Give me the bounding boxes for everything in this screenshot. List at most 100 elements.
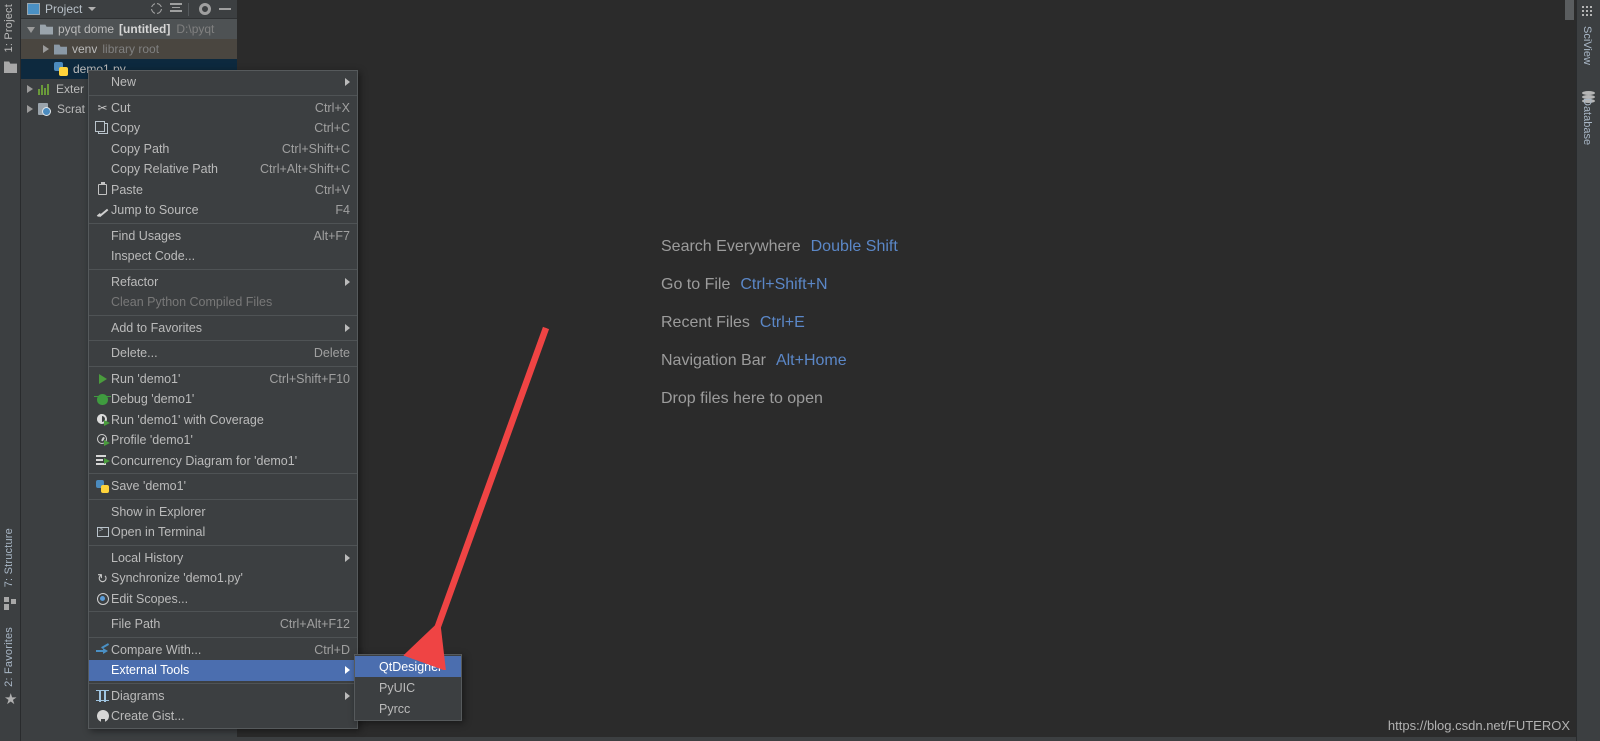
menu-item-paste[interactable]: Paste Ctrl+V: [89, 180, 357, 201]
chevron-down-icon[interactable]: [27, 27, 35, 33]
minimize-icon: [219, 8, 231, 10]
hide-panel-button[interactable]: [217, 1, 233, 17]
scroll-from-source-button[interactable]: [148, 1, 164, 17]
chevron-down-icon[interactable]: [88, 7, 97, 11]
menu-item-compare-with[interactable]: Compare With... Ctrl+D: [89, 640, 357, 661]
hint-row: Search Everywhere Double Shift: [661, 228, 898, 266]
toolbar-divider: [188, 2, 189, 16]
menu-separator: [89, 340, 357, 341]
pycharm-window: Search Everywhere Double Shift Go to Fil…: [0, 0, 1600, 741]
tab-sciview[interactable]: SciView: [1581, 26, 1593, 65]
menu-item-show-in-explorer[interactable]: Show in Explorer: [89, 502, 357, 523]
tree-item-label: Scrat: [57, 102, 86, 116]
chevron-right-icon[interactable]: [43, 45, 49, 53]
chevron-right-icon[interactable]: [27, 85, 33, 93]
sciview-grid-icon: [1582, 6, 1595, 19]
favorites-star-icon: ★: [4, 691, 18, 708]
settings-button[interactable]: [197, 1, 213, 17]
menu-item-label: Edit Scopes...: [111, 591, 189, 606]
menu-item-label: Inspect Code...: [111, 249, 196, 264]
project-panel-title: Project: [45, 2, 83, 16]
menu-separator: [89, 682, 357, 684]
menu-item-label: Create Gist...: [111, 709, 185, 724]
tree-item-label: pyqt dome: [58, 22, 115, 36]
menu-item-accel: Ctrl+Shift+C: [281, 141, 350, 156]
profile-icon: [94, 434, 111, 447]
menu-item-edit-scopes[interactable]: Edit Scopes...: [89, 589, 357, 610]
submenu-item-pyuic[interactable]: PyUIC: [355, 677, 461, 698]
concurrency-icon: [94, 455, 111, 466]
menu-item-label: Paste: [111, 182, 143, 197]
menu-item-debug-demo1[interactable]: Debug 'demo1': [89, 389, 357, 410]
hint-row: Go to File Ctrl+Shift+N: [661, 266, 898, 304]
folder-icon: [40, 24, 53, 35]
tree-item-path: D:\pyqt: [176, 22, 215, 36]
sidebar-item-project[interactable]: 1: Project: [3, 4, 15, 52]
submenu-item-pyrcc[interactable]: Pyrcc: [355, 698, 461, 719]
tab-database[interactable]: Database: [1581, 98, 1593, 145]
sync-icon: ↻: [97, 570, 108, 586]
hint-label: Drop files here to open: [661, 390, 823, 407]
diagram-icon: [94, 689, 111, 702]
menu-item-run-with-coverage[interactable]: Run 'demo1' with Coverage: [89, 410, 357, 431]
tree-item-label: Exter: [56, 82, 85, 96]
menu-item-profile-demo1[interactable]: Profile 'demo1': [89, 430, 357, 451]
external-tools-submenu[interactable]: QtDesigner PyUIC Pyrcc: [354, 654, 462, 721]
menu-item-concurrency-diagram[interactable]: Concurrency Diagram for 'demo1': [89, 451, 357, 472]
menu-item-copy-path[interactable]: Copy Path Ctrl+Shift+C: [89, 139, 357, 160]
menu-item-diagrams[interactable]: Diagrams: [89, 686, 357, 707]
menu-item-cut[interactable]: ✂ Cut Ctrl+X: [89, 98, 357, 119]
menu-item-synchronize[interactable]: ↻ Synchronize 'demo1.py': [89, 568, 357, 589]
menu-item-external-tools[interactable]: External Tools: [89, 660, 357, 681]
menu-separator: [89, 314, 357, 316]
menu-item-add-to-favorites[interactable]: Add to Favorites: [89, 318, 357, 339]
menu-item-accel: Ctrl+Alt+Shift+C: [260, 162, 350, 177]
menu-item-open-in-terminal[interactable]: Open in Terminal: [89, 522, 357, 543]
submenu-arrow-icon: [345, 553, 350, 562]
menu-item-create-gist[interactable]: Create Gist...: [89, 706, 357, 727]
menu-item-jump-to-source[interactable]: Jump to Source F4: [89, 200, 357, 221]
watermark-url: https://blog.csdn.net/FUTEROX: [1387, 718, 1570, 733]
submenu-item-qtdesigner[interactable]: QtDesigner: [355, 656, 461, 677]
menu-item-copy-relative-path[interactable]: Copy Relative Path Ctrl+Alt+Shift+C: [89, 159, 357, 180]
scrollbar-thumb[interactable]: [1565, 0, 1574, 20]
menu-separator: [89, 611, 357, 612]
editor-empty-area[interactable]: Search Everywhere Double Shift Go to Fil…: [237, 0, 1576, 741]
sidebar-item-favorites[interactable]: 2: Favorites: [3, 627, 15, 687]
menu-item-clean-python-compiled-files: Clean Python Compiled Files: [89, 292, 357, 313]
target-icon: [149, 2, 163, 15]
tree-item-venv[interactable]: venv library root: [21, 39, 237, 59]
right-tool-strip: SciView Database: [1576, 0, 1600, 741]
menu-item-label: External Tools: [111, 663, 190, 678]
collapse-all-icon: [170, 3, 182, 12]
collapse-all-button[interactable]: [168, 1, 184, 17]
menu-item-label: Diagrams: [111, 688, 165, 703]
menu-item-file-path[interactable]: File Path Ctrl+Alt+F12: [89, 614, 357, 635]
menu-item-copy[interactable]: Copy Ctrl+C: [89, 118, 357, 139]
submenu-arrow-icon: [345, 78, 350, 87]
chevron-right-icon[interactable]: [27, 105, 33, 113]
sidebar-item-structure[interactable]: 7: Structure: [3, 528, 15, 587]
menu-item-find-usages[interactable]: Find Usages Alt+F7: [89, 226, 357, 247]
menu-item-save-demo1[interactable]: Save 'demo1': [89, 476, 357, 497]
menu-separator: [89, 636, 357, 638]
menu-item-label: New: [111, 75, 137, 90]
menu-item-refactor[interactable]: Refactor: [89, 272, 357, 293]
file-context-menu[interactable]: New ✂ Cut Ctrl+X Copy Ctrl+C Copy Path C…: [88, 70, 358, 729]
hint-row: Recent Files Ctrl+E: [661, 304, 898, 342]
menu-item-accel: Ctrl+Shift+F10: [269, 371, 350, 386]
paste-icon: [94, 182, 111, 196]
menu-item-label: Concurrency Diagram for 'demo1': [111, 453, 298, 468]
menu-item-local-history[interactable]: Local History: [89, 548, 357, 569]
menu-item-delete[interactable]: Delete... Delete: [89, 343, 357, 364]
menu-item-label: Run 'demo1': [111, 371, 181, 386]
run-play-icon: [94, 373, 111, 384]
project-window-icon: [27, 3, 40, 15]
structure-grid-icon: [4, 597, 17, 610]
project-panel-header: Project: [21, 0, 237, 19]
copy-icon: [94, 120, 111, 134]
menu-item-inspect-code[interactable]: Inspect Code...: [89, 246, 357, 267]
menu-item-run-demo1[interactable]: Run 'demo1' Ctrl+Shift+F10: [89, 369, 357, 390]
tree-item-project-root[interactable]: pyqt dome [untitled] D:\pyqt: [21, 19, 237, 39]
menu-item-new[interactable]: New: [89, 72, 357, 93]
